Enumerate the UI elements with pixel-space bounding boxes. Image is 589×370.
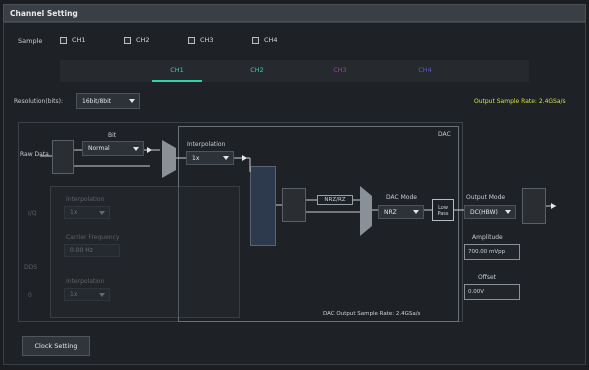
dac-mux-shape <box>360 186 372 236</box>
clock-setting-button[interactable]: Clock Setting <box>22 336 90 356</box>
mux-shape <box>162 140 176 178</box>
signal-wires <box>40 140 556 236</box>
